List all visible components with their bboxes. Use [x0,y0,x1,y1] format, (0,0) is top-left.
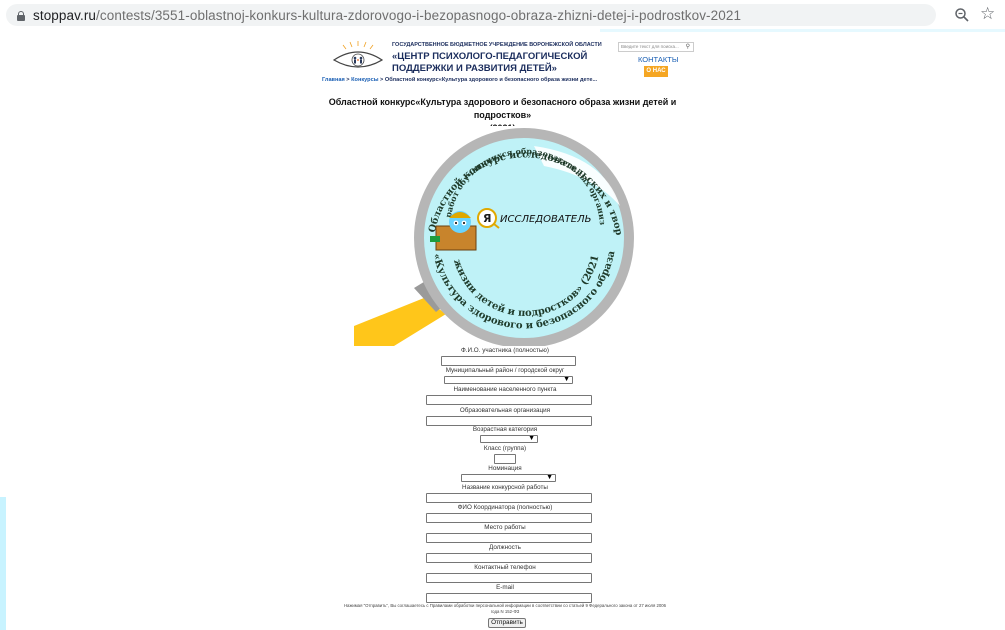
chevron-down-icon: ▼ [546,474,553,481]
chevron-down-icon: ▼ [528,435,535,442]
url-text[interactable]: stoppav.ru/contests/3551-oblastnoj-konku… [33,8,741,23]
position-label: Должность [489,544,521,551]
page-title-line1: Областной конкурс«Культура здорового и б… [328,97,677,120]
search-icon[interactable]: ⚲ [686,43,690,50]
breadcrumb: Главная > Конкурсы > Областной конкурс«К… [322,77,597,83]
phone-input[interactable] [426,573,592,583]
email-input[interactable] [426,593,592,603]
org-label: Образовательная организация [459,407,551,414]
url-field[interactable]: stoppav.ru/contests/3551-oblastnoj-konku… [6,4,936,26]
workplace-label: Место работы [484,524,526,531]
age-select[interactable]: ▼ [480,435,538,443]
phone-label: Контактный телефон [474,564,536,571]
contest-banner-image: Областной конкурс исследовательских и тв… [354,126,636,346]
nomination-label: Номинация [488,465,522,472]
work-title-input[interactable] [426,493,592,503]
workplace-input[interactable] [426,533,592,543]
org-name-line1: «ЦЕНТР ПСИХОЛОГО-ПЕДАГОГИЧЕСКОЙ [392,51,588,62]
work-title-label: Название конкурсной работы [462,484,548,491]
fio-input[interactable] [441,356,576,366]
contacts-link[interactable]: КОНТАКТЫ [638,55,678,64]
about-button[interactable]: О НАС [644,66,668,77]
class-label: Класс (группа) [483,445,527,452]
center-logo-icon[interactable] [330,40,386,74]
fio-label: Ф.И.О. участника (полностью) [461,347,549,354]
zoom-icon[interactable] [954,7,970,23]
email-label: E-mail [496,584,514,591]
logo-word: ИССЛЕДОВАТЕЛЬ [500,214,591,225]
logo-prefix: Я [483,212,491,225]
submit-button[interactable]: Отправить [488,618,526,628]
lock-icon[interactable] [17,11,25,21]
position-input[interactable] [426,553,592,563]
district-select[interactable]: ▼ [444,376,573,384]
coordinator-input[interactable] [426,513,592,523]
url-path: /contests/3551-oblastnoj-konkurs-kultura… [96,8,742,23]
settlement-input[interactable] [426,395,592,405]
district-label: Муниципальный район / городской округ [445,367,565,374]
class-input[interactable] [494,454,516,464]
url-domain: stoppav.ru [33,8,97,23]
settlement-label: Наименование населенного пункта [453,386,557,393]
org-type-text: ГОСУДАРСТВЕННОЕ БЮДЖЕТНОЕ УЧРЕЖДЕНИЕ ВОР… [392,42,602,48]
consent-line2: года N 152-ФЗ [490,609,520,614]
coordinator-label: ФИО Координатора (полностью) [457,504,553,511]
consent-text: Нажимая "Отправить", Вы соглашаетесь с П… [320,603,690,615]
age-label: Возрастная категория [472,426,538,433]
breadcrumb-contests[interactable]: Конкурсы [351,77,378,83]
search-placeholder: Введите текст для поиска... [621,44,679,49]
chevron-down-icon: ▼ [563,376,570,383]
breadcrumb-current: Областной конкурс«Культура здорового и б… [384,77,598,83]
site-search-input[interactable]: Введите текст для поиска... ⚲ [618,42,694,52]
site-header: ГОСУДАРСТВЕННОЕ БЮДЖЕТНОЕ УЧРЕЖДЕНИЕ ВОР… [322,38,698,90]
decorative-strip [600,29,1005,32]
org-input[interactable] [426,416,592,426]
breadcrumb-home[interactable]: Главная [322,77,345,83]
nomination-select[interactable]: ▼ [461,474,556,482]
browser-address-bar: stoppav.ru/contests/3551-oblastnoj-konku… [0,0,1005,30]
org-name-line2: ПОДДЕРЖКИ И РАЗВИТИЯ ДЕТЕЙ» [392,63,557,74]
registration-form: Ф.И.О. участника (полностью) Муниципальн… [320,346,690,630]
decorative-side-strip [0,497,6,630]
bookmark-star-icon[interactable]: ☆ [980,5,995,23]
